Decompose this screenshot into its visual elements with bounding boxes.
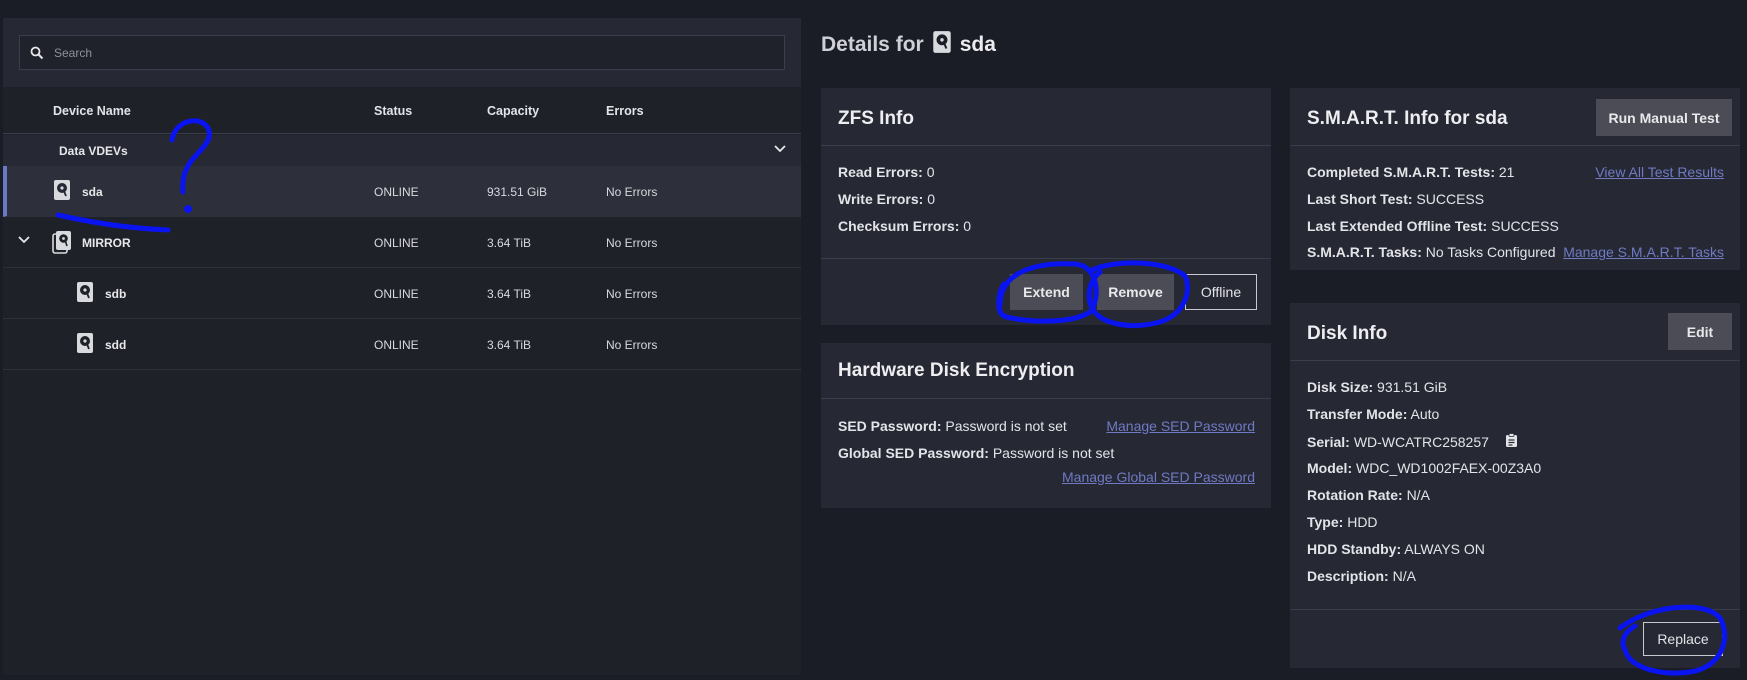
device-status: ONLINE — [374, 236, 419, 250]
divider — [1290, 360, 1740, 361]
card-title: Disk Info — [1307, 323, 1388, 344]
search-bar — [3, 18, 801, 87]
sed-password: SED Password: Password is not set — [838, 418, 1067, 434]
last-short-test: Last Short Test: SUCCESS — [1307, 191, 1485, 207]
column-errors[interactable]: Errors — [606, 104, 644, 118]
write-errors: Write Errors: 0 — [838, 191, 936, 207]
device-errors: No Errors — [606, 338, 658, 352]
chevron-down-icon[interactable] — [17, 233, 31, 250]
remove-button[interactable]: Remove — [1097, 274, 1174, 310]
completed-smart-tests: Completed S.M.A.R.T. Tests: 21 — [1307, 164, 1515, 180]
hard-disk-icon — [53, 179, 71, 204]
devices-panel: Device Name Status Capacity Errors Data … — [3, 18, 801, 675]
manage-sed-password-link[interactable]: Manage SED Password — [1106, 418, 1255, 434]
extend-button[interactable]: Extend — [1010, 274, 1083, 310]
hardware-disk-encryption-card: Hardware Disk Encryption SED Password: P… — [821, 343, 1271, 508]
device-status: ONLINE — [374, 338, 419, 352]
group-label: Data VDEVs — [59, 144, 128, 158]
search-icon — [20, 46, 54, 60]
hard-disk-icon — [932, 30, 952, 60]
global-sed-password: Global SED Password: Password is not set — [838, 445, 1115, 461]
type: Type: HDD — [1307, 514, 1378, 530]
search-input[interactable] — [54, 45, 784, 60]
device-name: sdd — [105, 338, 127, 352]
table-row[interactable]: MIRROR ONLINE 3.64 TiB No Errors — [3, 217, 801, 268]
transfer-mode: Transfer Mode: Auto — [1307, 406, 1440, 422]
device-capacity: 3.64 TiB — [487, 287, 532, 301]
disk-size: Disk Size: 931.51 GiB — [1307, 379, 1448, 395]
device-capacity: 3.64 TiB — [487, 236, 532, 250]
replace-button[interactable]: Replace — [1643, 622, 1723, 656]
card-title: S.M.A.R.T. Info for sda — [1307, 108, 1508, 129]
manage-global-sed-password-link[interactable]: Manage Global SED Password — [1062, 469, 1255, 485]
column-device-name[interactable]: Device Name — [53, 104, 131, 118]
read-errors: Read Errors: 0 — [838, 164, 935, 180]
checksum-errors: Checksum Errors: 0 — [838, 218, 972, 234]
device-errors: No Errors — [606, 185, 658, 199]
table-row[interactable]: sdd ONLINE 3.64 TiB No Errors — [3, 319, 801, 370]
model: Model: WDC_WD1002FAEX-00Z3A0 — [1307, 460, 1542, 476]
view-all-test-results-link[interactable]: View All Test Results — [1595, 164, 1724, 180]
last-extended-offline-test: Last Extended Offline Test: SUCCESS — [1307, 218, 1559, 234]
run-manual-test-button[interactable]: Run Manual Test — [1596, 99, 1732, 136]
column-capacity[interactable]: Capacity — [487, 104, 539, 118]
rotation-rate: Rotation Rate: N/A — [1307, 487, 1430, 503]
device-status: ONLINE — [374, 287, 419, 301]
serial: Serial: WD-WCATRC258257 — [1307, 433, 1518, 451]
device-name: MIRROR — [82, 236, 131, 250]
group-row-data-vdevs[interactable]: Data VDEVs — [3, 135, 801, 166]
table-row[interactable]: sda ONLINE 931.51 GiB No Errors — [3, 166, 801, 217]
chevron-down-icon[interactable] — [773, 142, 787, 159]
divider — [821, 398, 1271, 399]
divider — [821, 258, 1271, 259]
device-status: ONLINE — [374, 185, 419, 199]
hdd-standby: HDD Standby: ALWAYS ON — [1307, 541, 1485, 557]
manage-smart-tasks-link[interactable]: Manage S.M.A.R.T. Tasks — [1563, 244, 1724, 260]
details-prefix: Details for — [821, 33, 924, 56]
edit-button[interactable]: Edit — [1668, 313, 1732, 350]
zfs-info-card: ZFS Info Read Errors: 0 Write Errors: 0 … — [821, 88, 1271, 325]
device-capacity: 3.64 TiB — [487, 338, 532, 352]
details-title: Details for sda — [821, 30, 996, 60]
card-title: Hardware Disk Encryption — [838, 360, 1075, 381]
details-device: sda — [959, 33, 996, 56]
mirror-disks-icon — [52, 230, 72, 257]
device-name: sdb — [105, 287, 127, 301]
device-capacity: 931.51 GiB — [487, 185, 548, 199]
table-row[interactable]: sdb ONLINE 3.64 TiB No Errors — [3, 268, 801, 319]
smart-info-card: S.M.A.R.T. Info for sda Run Manual Test … — [1290, 88, 1740, 270]
disk-info-card: Disk Info Edit Disk Size: 931.51 GiB Tra… — [1290, 303, 1740, 668]
smart-tasks: S.M.A.R.T. Tasks: No Tasks Configured — [1307, 244, 1556, 260]
divider — [1290, 609, 1740, 610]
device-name: sda — [82, 185, 103, 199]
card-title: ZFS Info — [838, 108, 914, 129]
offline-button[interactable]: Offline — [1185, 274, 1257, 310]
divider — [1290, 145, 1740, 146]
table-header: Device Name Status Capacity Errors — [3, 87, 801, 134]
device-errors: No Errors — [606, 236, 658, 250]
hard-disk-icon — [76, 281, 94, 306]
search-box[interactable] — [19, 35, 785, 70]
column-status[interactable]: Status — [374, 104, 412, 118]
device-errors: No Errors — [606, 287, 658, 301]
clipboard-icon[interactable] — [1505, 433, 1518, 451]
divider — [821, 145, 1271, 146]
description: Description: N/A — [1307, 568, 1416, 584]
hard-disk-icon — [76, 332, 94, 357]
